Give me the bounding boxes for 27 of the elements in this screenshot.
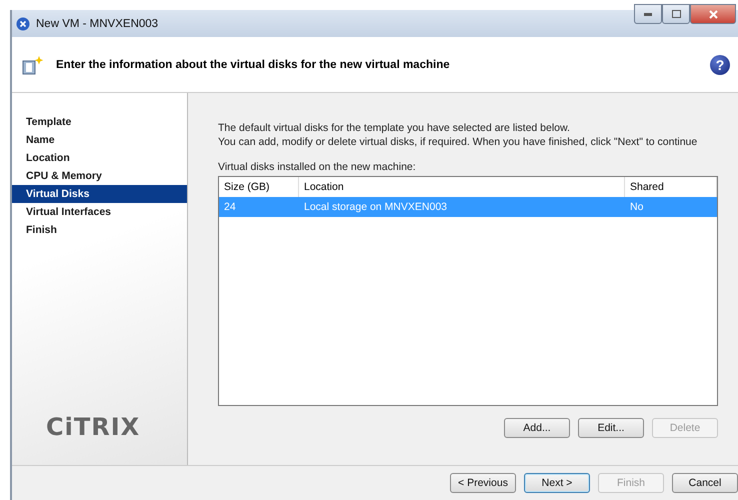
close-icon: [708, 10, 718, 18]
close-circle-icon: [16, 16, 30, 30]
sidebar-item[interactable]: Virtual Interfaces: [12, 203, 187, 221]
sidebar-item[interactable]: Finish: [12, 221, 187, 239]
table-action-button[interactable]: Add...: [504, 418, 570, 438]
header-title: Enter the information about the virtual disks for the new virtual machine: [56, 58, 451, 70]
document-sparkle-icon: [22, 54, 44, 74]
table-caption: Virtual disks installed on the new machine:: [218, 161, 417, 173]
instruction-text: The default virtual disks for the template you have selected are listed below.: [218, 121, 571, 135]
window-title: New VM - MNVXEN003: [36, 18, 160, 30]
sidebar-item[interactable]: Location: [12, 149, 187, 167]
sidebar-item[interactable]: CPU & Memory: [12, 167, 187, 185]
minimize-button[interactable]: [634, 4, 662, 24]
maximize-icon: [672, 10, 680, 18]
table-action-button[interactable]: Edit...: [578, 418, 644, 438]
sidebar-item[interactable]: Virtual Disks: [12, 185, 187, 203]
close-button[interactable]: [690, 4, 736, 24]
wizard-button[interactable]: Next >: [524, 473, 590, 493]
help-button[interactable]: ?: [710, 54, 730, 74]
wizard-button[interactable]: < Previous: [450, 473, 516, 493]
sidebar-item[interactable]: Template: [12, 113, 187, 131]
logo: CiTRIX: [46, 413, 140, 441]
wizard-button[interactable]: Cancel: [672, 473, 738, 493]
minimize-icon: [644, 12, 652, 16]
maximize-button[interactable]: [662, 4, 690, 24]
instruction-text: You can add, modify or delete virtual disks, if required. When you have finished, click "Next" to continue: [218, 135, 698, 149]
sidebar-item[interactable]: Name: [12, 131, 187, 149]
